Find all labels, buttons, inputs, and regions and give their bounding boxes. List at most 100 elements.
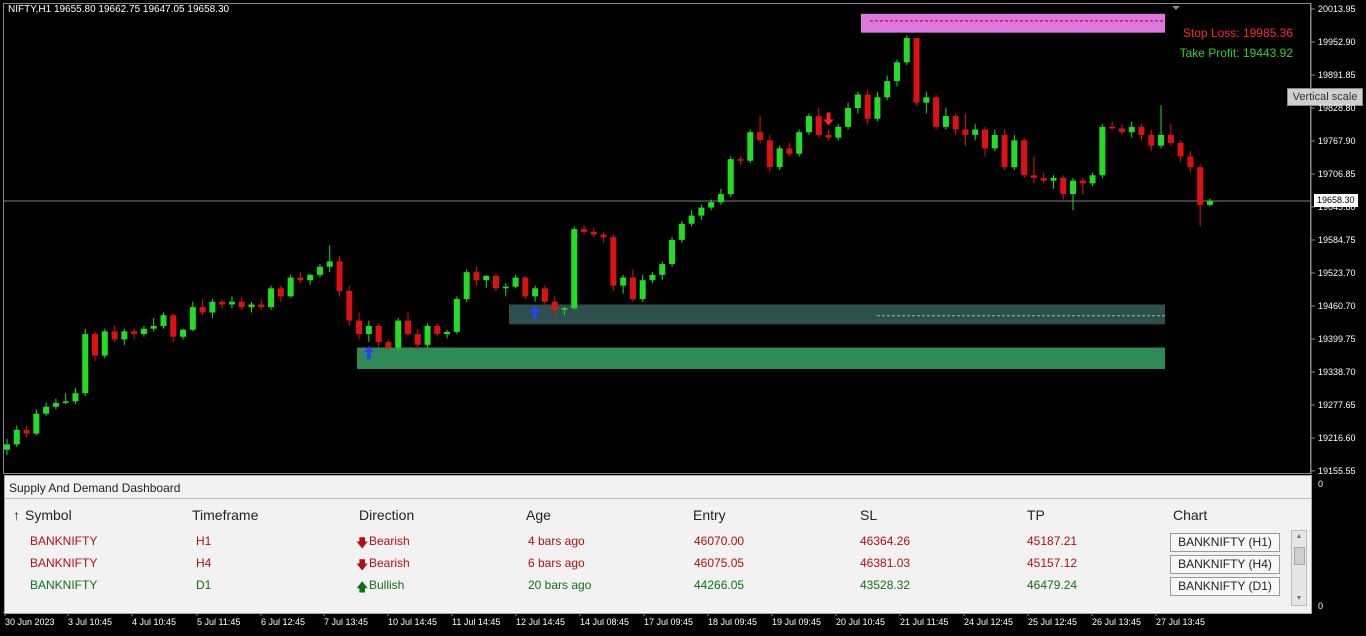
col-sl[interactable]: SL: [860, 507, 877, 523]
price-level-label: 20013.95: [1318, 4, 1356, 14]
row-sl: 46381.03: [860, 556, 911, 570]
row-sl: 43528.32: [860, 578, 911, 592]
candle-body: [805, 116, 812, 133]
candle-body: [1187, 156, 1194, 168]
candle-body: [483, 275, 490, 281]
col-timeframe[interactable]: Timeframe: [192, 507, 258, 523]
chart-button-d1[interactable]: BANKNIFTY (D1): [1170, 577, 1280, 596]
candle-body: [581, 229, 588, 232]
candle-body: [1089, 175, 1096, 184]
scroll-thumb[interactable]: [1294, 547, 1305, 565]
time-label: 17 Jul 09:45: [644, 617, 694, 627]
candle-body: [131, 331, 138, 335]
col-direction[interactable]: Direction: [359, 507, 414, 523]
candle-body: [199, 307, 206, 313]
candle-body: [561, 308, 568, 310]
candle-body: [708, 202, 715, 208]
candle-body: [121, 331, 128, 340]
col-tp[interactable]: TP: [1027, 507, 1045, 523]
candle-body: [659, 264, 666, 275]
col-chart[interactable]: Chart: [1173, 507, 1207, 523]
chart-button-h1[interactable]: BANKNIFTY (H1): [1170, 533, 1280, 552]
candle-body: [942, 116, 949, 127]
candle-body: [610, 237, 617, 286]
candle-body: [493, 275, 499, 289]
candle-body: [1040, 177, 1047, 181]
time-label: 19 Jul 09:45: [772, 617, 822, 627]
price-level-label: 19338.70: [1318, 367, 1356, 377]
candle-body: [933, 97, 940, 127]
row-age: 6 bars ago: [528, 556, 585, 570]
candle-body: [678, 223, 685, 240]
row-tp: 46479.24: [1027, 578, 1078, 592]
candle-body: [258, 304, 265, 308]
col-age[interactable]: Age: [526, 507, 551, 523]
price-level-label: 19277.65: [1318, 400, 1356, 410]
candle-body: [424, 325, 431, 345]
candle-body: [463, 272, 470, 300]
time-label: 26 Jul 13:45: [1092, 617, 1142, 627]
candle-body: [717, 194, 724, 203]
candle-body: [1021, 140, 1028, 176]
price-level-label: 19155.55: [1318, 466, 1356, 476]
row-timeframe: D1: [196, 578, 212, 592]
candle-body: [952, 116, 959, 130]
candle-body: [1206, 200, 1213, 205]
candle-body: [1030, 175, 1037, 178]
candle-body: [551, 301, 558, 310]
time-label: 30 Jun 2023: [5, 617, 55, 627]
time-label: 18 Jul 09:45: [708, 617, 758, 627]
price-level-label: 19216.60: [1318, 433, 1356, 443]
candle-body: [727, 159, 734, 195]
price-level-label: 19828.80: [1318, 103, 1356, 113]
sell-arrow-icon: [823, 112, 834, 126]
candle-body: [228, 301, 235, 305]
sort-icon[interactable]: ↑: [13, 507, 20, 523]
candle-body: [913, 38, 920, 103]
arrow-down-icon: 🡇: [356, 558, 369, 572]
row-symbol: BANKNIFTY: [30, 556, 98, 570]
candle-body: [4, 444, 10, 450]
candle-body: [522, 277, 529, 297]
scroll-down-icon[interactable]: ▼: [1292, 593, 1306, 605]
row-direction: Bearish: [369, 534, 410, 548]
candle-body: [786, 148, 793, 154]
chart-button-h4[interactable]: BANKNIFTY (H4): [1170, 555, 1280, 574]
col-symbol[interactable]: Symbol: [25, 507, 72, 523]
candle-body: [160, 315, 167, 326]
candle-body: [991, 134, 998, 149]
row-timeframe: H4: [196, 556, 212, 570]
row-tp: 45187.21: [1027, 534, 1078, 548]
candle-body: [453, 299, 460, 332]
candle-body: [815, 116, 822, 135]
candle-body: [473, 272, 480, 281]
price-level-label: 19523.70: [1318, 268, 1356, 278]
candle-body: [1060, 177, 1067, 195]
candle-body: [747, 132, 754, 161]
candle-body: [796, 132, 803, 154]
scroll-up-icon[interactable]: ▲: [1292, 531, 1306, 543]
chart-shift-icon: [1172, 6, 1180, 10]
candle-body: [248, 304, 255, 308]
time-label: 12 Jul 14:45: [516, 617, 566, 627]
candle-body: [111, 331, 118, 340]
candle-body: [1109, 126, 1116, 129]
col-entry[interactable]: Entry: [693, 507, 726, 523]
candle-body: [1167, 134, 1174, 143]
candle-body: [737, 159, 744, 161]
row-timeframe: H1: [196, 534, 212, 548]
price-level-label: 19399.75: [1318, 334, 1356, 344]
candle-body: [590, 231, 597, 235]
stop-loss-label: Stop Loss: 19985.36: [1182, 26, 1293, 40]
candle-body: [395, 320, 402, 348]
candle-body: [923, 97, 930, 103]
candle-body: [1011, 140, 1018, 168]
row-entry: 46070.00: [694, 534, 745, 548]
candle-body: [62, 401, 69, 403]
dashboard-scrollbar[interactable]: ▲ ▼: [1291, 530, 1307, 606]
candle-body: [326, 261, 333, 267]
row-direction: Bullish: [369, 578, 405, 592]
candle-body: [189, 307, 196, 330]
candle-body: [1001, 134, 1008, 168]
candle-body: [307, 274, 314, 281]
